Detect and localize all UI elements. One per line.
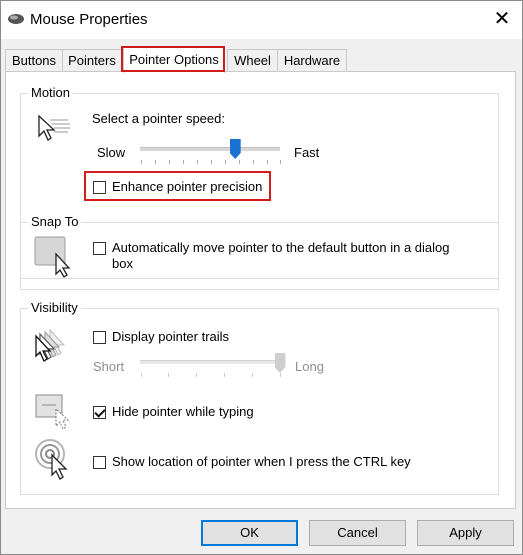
tab-panel: Motion Select a pointer speed: Slow Fast bbox=[5, 71, 516, 509]
snap-to-checkbox[interactable] bbox=[93, 242, 106, 255]
trail-tick bbox=[224, 373, 225, 377]
snap-to-group: Snap To bbox=[20, 214, 499, 290]
speed-tick bbox=[211, 160, 212, 164]
close-icon: ✕ bbox=[493, 8, 511, 30]
show-location-label: Show location of pointer when I press th… bbox=[112, 454, 411, 469]
visibility-group-label: Visibility bbox=[28, 300, 81, 315]
tab-wheel[interactable]: Wheel bbox=[227, 49, 278, 72]
trail-tick bbox=[168, 373, 169, 377]
trail-slider-track bbox=[140, 360, 280, 364]
slow-label: Slow bbox=[97, 145, 126, 160]
speed-tick bbox=[141, 160, 142, 164]
speed-tick bbox=[183, 160, 184, 164]
snap-to-icon bbox=[34, 236, 71, 278]
speed-tick bbox=[155, 160, 156, 164]
tab-pointers[interactable]: Pointers bbox=[62, 49, 122, 72]
trail-tick bbox=[141, 373, 142, 377]
show-location-checkbox[interactable] bbox=[93, 456, 106, 469]
trail-tick bbox=[280, 373, 281, 377]
tab-hardware[interactable]: Hardware bbox=[277, 49, 347, 72]
ok-button[interactable]: OK bbox=[201, 520, 298, 546]
cancel-button[interactable]: Cancel bbox=[309, 520, 406, 546]
trail-tick bbox=[196, 373, 197, 377]
snap-to-label-line1: Automatically move pointer to the defaul… bbox=[112, 240, 450, 255]
apply-button[interactable]: Apply bbox=[417, 520, 514, 546]
enhance-precision-label: Enhance pointer precision bbox=[112, 179, 263, 194]
speed-slider-track bbox=[140, 147, 280, 151]
short-label: Short bbox=[93, 359, 125, 374]
trail-tick bbox=[252, 373, 253, 377]
speed-tick bbox=[197, 160, 198, 164]
speed-tick bbox=[253, 160, 254, 164]
motion-group-label: Motion bbox=[28, 85, 74, 100]
hide-pointer-label: Hide pointer while typing bbox=[112, 404, 254, 419]
snap-to-label-line2: box bbox=[112, 256, 133, 271]
hide-pointer-icon bbox=[35, 394, 70, 430]
fast-label: Fast bbox=[294, 145, 320, 160]
speed-tick bbox=[225, 160, 226, 164]
close-button[interactable]: ✕ bbox=[489, 6, 515, 32]
mouse-properties-window: Mouse Properties ✕ Buttons Pointers Poin… bbox=[0, 0, 523, 555]
title-bar: Mouse Properties ✕ bbox=[1, 1, 522, 39]
snap-to-group-label: Snap To bbox=[28, 214, 82, 229]
long-label: Long bbox=[295, 359, 324, 374]
hide-pointer-checkbox[interactable] bbox=[93, 406, 106, 419]
pointer-trails-checkbox[interactable] bbox=[93, 331, 106, 344]
pointer-trails-icon bbox=[35, 328, 66, 362]
window-title: Mouse Properties bbox=[30, 11, 148, 28]
mouse-icon bbox=[8, 14, 24, 24]
enhance-precision-checkbox[interactable] bbox=[93, 181, 106, 194]
speed-prompt: Select a pointer speed: bbox=[92, 111, 225, 126]
speed-tick bbox=[280, 160, 281, 164]
active-tab-highlight bbox=[121, 46, 225, 72]
pointer-speed-icon bbox=[38, 114, 70, 141]
tab-buttons[interactable]: Buttons bbox=[5, 49, 63, 72]
speed-tick bbox=[239, 160, 240, 164]
pointer-trails-label: Display pointer trails bbox=[112, 329, 230, 344]
speed-tick bbox=[267, 160, 268, 164]
show-location-icon bbox=[35, 439, 68, 480]
speed-tick bbox=[169, 160, 170, 164]
